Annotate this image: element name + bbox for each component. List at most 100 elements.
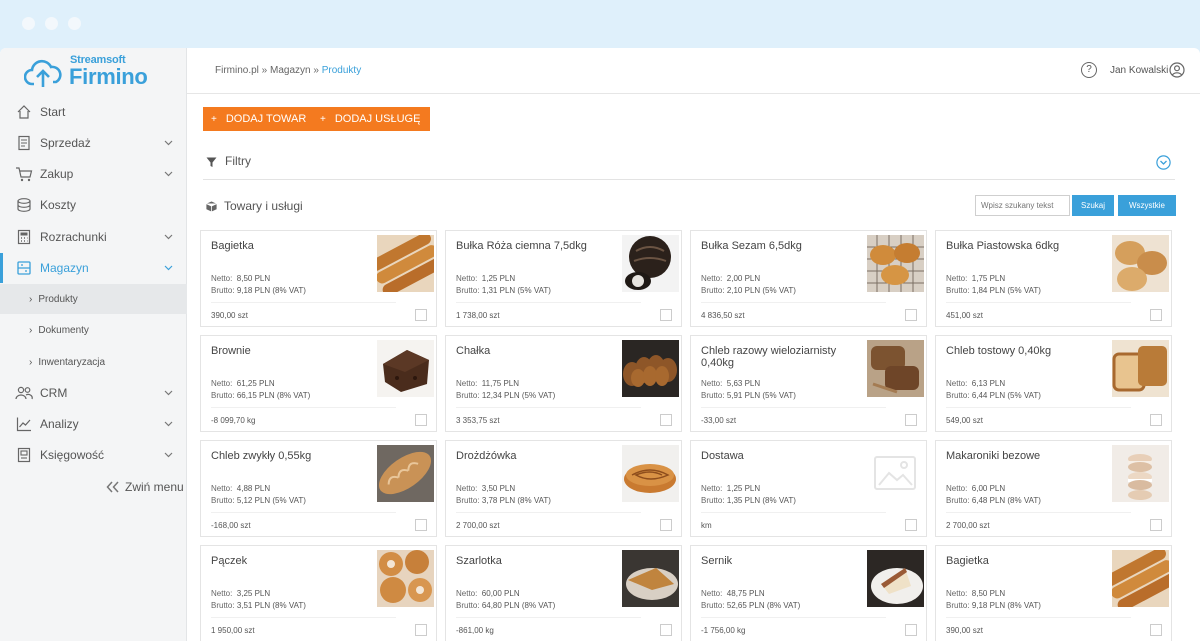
add-service-button[interactable]: + DODAJ USŁUGĘ: [312, 107, 431, 131]
product-card[interactable]: Brownie Netto: 61,25 PLN Brutto: 66,15 PLN…: [200, 335, 437, 432]
select-checkbox[interactable]: [415, 309, 427, 321]
sidebar-item-crm[interactable]: CRM: [0, 378, 187, 408]
product-card[interactable]: Bagietka Netto: 8,50 PLN Brutto: 9,18 PLN …: [200, 230, 437, 327]
product-card[interactable]: Bułka Róża ciemna 7,5dkg Netto: 1,25 PLN B…: [445, 230, 682, 327]
select-checkbox[interactable]: [415, 624, 427, 636]
product-card[interactable]: Pączek Netto: 3,25 PLN Brutto: 3,51 PLN (8…: [200, 545, 437, 641]
product-name[interactable]: Brownie: [211, 345, 371, 357]
select-checkbox[interactable]: [415, 519, 427, 531]
user-avatar-icon[interactable]: [1169, 62, 1185, 78]
product-name[interactable]: Chleb zwykły 0,55kg: [211, 450, 371, 462]
select-checkbox[interactable]: [905, 309, 917, 321]
product-image[interactable]: [867, 550, 924, 607]
product-image[interactable]: [867, 340, 924, 397]
product-name[interactable]: Bułka Róża ciemna 7,5dkg: [456, 240, 616, 252]
product-card[interactable]: Sernik Netto: 48,75 PLN Brutto: 52,65 PLN …: [690, 545, 927, 641]
product-name[interactable]: Bagietka: [211, 240, 371, 252]
sidebar-subitem-produkty[interactable]: › Produkty: [0, 284, 187, 314]
sidebar-item-sprzedaz[interactable]: Sprzedaż: [0, 128, 187, 158]
product-image[interactable]: [1112, 445, 1169, 502]
product-card[interactable]: Bagietka Netto: 8,50 PLN Brutto: 9,18 PLN …: [935, 545, 1172, 641]
sidebar-item-zakup[interactable]: Zakup: [0, 159, 187, 189]
window-close-dot[interactable]: [22, 17, 35, 30]
product-brutto: Brutto: 1,35 PLN (8% VAT): [701, 496, 796, 505]
select-checkbox[interactable]: [660, 414, 672, 426]
product-name[interactable]: Drożdżówka: [456, 450, 616, 462]
netto-key: Netto:: [211, 379, 233, 388]
product-name[interactable]: Sernik: [701, 555, 861, 567]
product-brutto: Brutto: 12,34 PLN (5% VAT): [456, 391, 555, 400]
product-netto: Netto: 3,50 PLN: [456, 484, 515, 493]
product-name[interactable]: Bagietka: [946, 555, 1106, 567]
product-image[interactable]: [1112, 235, 1169, 292]
filters-panel[interactable]: Filtry: [203, 146, 1175, 180]
collapse-menu-button[interactable]: Zwiń menu: [106, 480, 184, 494]
product-image[interactable]: [377, 445, 434, 502]
product-card[interactable]: Drożdżówka Netto: 3,50 PLN Brutto: 3,78 PL…: [445, 440, 682, 537]
product-card[interactable]: Chleb zwykły 0,55kg Netto: 4,88 PLN Brutto…: [200, 440, 437, 537]
select-checkbox[interactable]: [660, 624, 672, 636]
select-checkbox[interactable]: [415, 414, 427, 426]
sidebar-item-start[interactable]: Start: [0, 97, 187, 127]
select-checkbox[interactable]: [1150, 414, 1162, 426]
product-image[interactable]: [1112, 340, 1169, 397]
breadcrumb-magazyn[interactable]: Magazyn: [270, 65, 311, 76]
search-button[interactable]: Szukaj: [1072, 195, 1114, 216]
sidebar-subitem-dokumenty[interactable]: › Dokumenty: [0, 315, 187, 345]
sidebar-item-ksiegowosc[interactable]: Księgowość: [0, 440, 187, 470]
select-checkbox[interactable]: [1150, 519, 1162, 531]
help-icon[interactable]: ?: [1081, 62, 1097, 78]
select-checkbox[interactable]: [1150, 624, 1162, 636]
search-input[interactable]: [975, 195, 1070, 216]
product-image[interactable]: [622, 550, 679, 607]
product-name[interactable]: Makaroniki bezowe: [946, 450, 1106, 462]
product-card[interactable]: Chleb razowy wieloziarnisty 0,40kg Netto:…: [690, 335, 927, 432]
sidebar-subitem-inwentaryzacja[interactable]: › Inwentaryzacja: [0, 347, 187, 377]
select-checkbox[interactable]: [660, 309, 672, 321]
brutto-key: Brutto:: [701, 391, 725, 400]
product-image[interactable]: [377, 340, 434, 397]
product-image[interactable]: [867, 235, 924, 292]
product-image[interactable]: [867, 445, 924, 502]
sidebar-item-magazyn[interactable]: Magazyn: [0, 253, 187, 283]
product-name[interactable]: Chleb razowy wieloziarnisty 0,40kg: [701, 345, 861, 369]
select-checkbox[interactable]: [660, 519, 672, 531]
product-name[interactable]: Chałka: [456, 345, 616, 357]
product-card[interactable]: Makaroniki bezowe Netto: 6,00 PLN Brutto: …: [935, 440, 1172, 537]
breadcrumb-home[interactable]: Firmino.pl: [215, 65, 259, 76]
logo[interactable]: Streamsoft Firmino: [24, 54, 164, 94]
product-card[interactable]: Bułka Sezam 6,5dkg Netto: 2,00 PLN Brutto:…: [690, 230, 927, 327]
select-checkbox[interactable]: [905, 414, 917, 426]
product-image[interactable]: [622, 445, 679, 502]
product-image[interactable]: [622, 340, 679, 397]
sidebar-item-rozrachunki[interactable]: Rozrachunki: [0, 222, 187, 252]
expand-circle-icon[interactable]: [1156, 155, 1171, 170]
product-card[interactable]: Szarlotka Netto: 60,00 PLN Brutto: 64,80 P…: [445, 545, 682, 641]
product-image[interactable]: [1112, 550, 1169, 607]
add-product-button[interactable]: + DODAJ TOWAR: [203, 107, 317, 131]
product-card[interactable]: Chleb tostowy 0,40kg Netto: 6,13 PLN Brutt…: [935, 335, 1172, 432]
product-card[interactable]: Dostawa Netto: 1,25 PLN Brutto: 1,35 PLN (…: [690, 440, 927, 537]
product-image[interactable]: [622, 235, 679, 292]
product-image[interactable]: [377, 550, 434, 607]
window-maximize-dot[interactable]: [68, 17, 81, 30]
product-card[interactable]: Bułka Piastowska 6dkg Netto: 1,75 PLN Brut…: [935, 230, 1172, 327]
product-name[interactable]: Bułka Piastowska 6dkg: [946, 240, 1106, 252]
brutto-value: 1,35 PLN (8% VAT): [726, 496, 796, 505]
calculator-icon: [15, 228, 33, 246]
window-minimize-dot[interactable]: [45, 17, 58, 30]
select-checkbox[interactable]: [905, 519, 917, 531]
select-checkbox[interactable]: [905, 624, 917, 636]
sidebar-item-analizy[interactable]: Analizy: [0, 409, 187, 439]
product-name[interactable]: Dostawa: [701, 450, 861, 462]
product-name[interactable]: Bułka Sezam 6,5dkg: [701, 240, 861, 252]
user-name[interactable]: Jan Kowalski: [1110, 65, 1168, 76]
product-name[interactable]: Szarlotka: [456, 555, 616, 567]
product-name[interactable]: Chleb tostowy 0,40kg: [946, 345, 1106, 357]
product-image[interactable]: [377, 235, 434, 292]
select-checkbox[interactable]: [1150, 309, 1162, 321]
show-all-button[interactable]: Wszystkie: [1118, 195, 1176, 216]
product-name[interactable]: Pączek: [211, 555, 371, 567]
product-card[interactable]: Chałka Netto: 11,75 PLN Brutto: 12,34 PLN …: [445, 335, 682, 432]
sidebar-item-koszty[interactable]: Koszty: [0, 190, 187, 220]
